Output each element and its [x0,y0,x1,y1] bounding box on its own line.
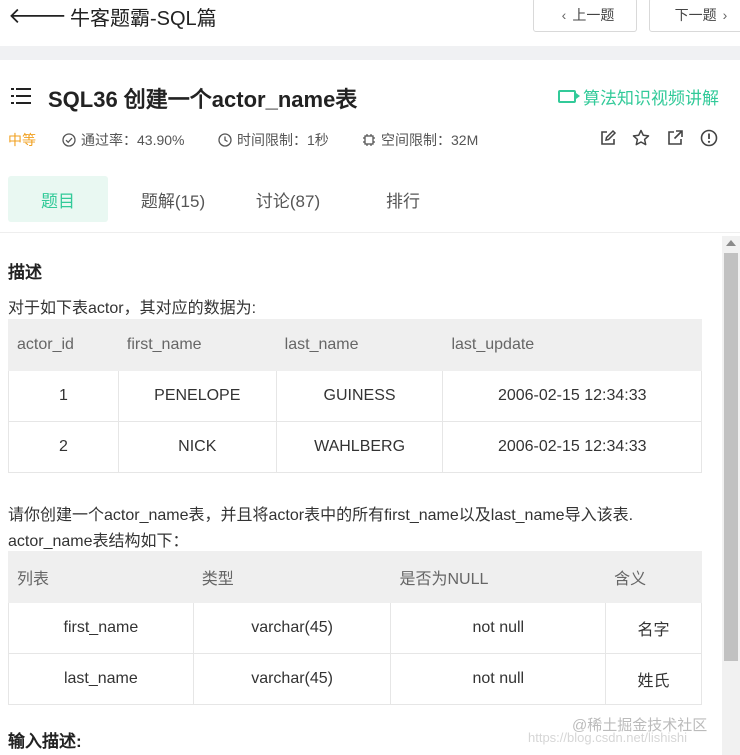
prev-question-button[interactable]: ‹ 上一题 [533,0,637,32]
space-limit-text: 空间限制：32M [381,132,479,148]
table-header-row: 列表 类型 是否为NULL 含义 [8,551,702,603]
tab-ranking[interactable]: 排行 [353,176,453,222]
table-header-cell: 类型 [192,551,392,603]
star-icon[interactable] [631,128,651,148]
pass-rate: 通过率：43.90% [62,130,184,150]
table-cell: last_name [8,653,194,705]
table-header-row: actor_id first_name last_name last_updat… [8,319,702,371]
clock-icon [218,133,232,147]
table-cell: 姓氏 [605,653,702,705]
share-icon[interactable] [665,128,685,148]
table-cell: 名字 [605,602,702,654]
problem-description: 描述 对于如下表actor，其对应的数据为: actor_id first_na… [0,236,722,755]
description-heading: 描述 [8,263,42,282]
table-cell: NICK [117,421,277,473]
actor-table: actor_id first_name last_name last_updat… [8,319,702,473]
chevron-right-icon: › [722,7,728,23]
table-cell: varchar(45) [192,653,392,705]
table-cell: WAHLBERG [275,421,444,473]
table-header-cell: 列表 [8,551,194,603]
table-header-cell: 是否为NULL [390,551,607,603]
table-cell: PENELOPE [117,370,277,422]
check-circle-icon [62,133,76,147]
table-row: last_name varchar(45) not null 姓氏 [8,653,702,705]
problem-title: SQL36 创建一个actor_name表 [48,87,358,112]
table-cell: GUINESS [275,370,444,422]
table-header-cell: 含义 [605,551,702,603]
tab-discussion[interactable]: 讨论(87) [238,176,338,222]
chevron-left-icon: ‹ [561,7,567,23]
table-cell: varchar(45) [192,602,392,654]
back-button[interactable]: 🡐 牛客题霸-SQL篇 [8,2,217,30]
video-camera-icon [558,90,580,103]
list-menu-icon[interactable] [11,88,31,104]
table-row: 2 NICK WAHLBERG 2006-02-15 12:34:33 [8,421,702,473]
next-question-label: 下一题 [674,7,717,23]
header-divider-band [0,46,740,60]
back-arrow-icon: 🡐 [8,3,67,28]
table-cell: 2 [8,421,119,473]
schema-intro-text: actor_name表结构如下： [8,533,189,550]
tabs-divider [0,232,740,233]
report-icon[interactable] [699,128,719,148]
scroll-up-arrow-icon[interactable] [726,240,736,246]
table-header-cell: first_name [117,319,277,371]
table-cell: 2006-02-15 12:34:33 [442,370,702,422]
problem-meta-row: 中等 通过率：43.90% 时间限制：1秒 空间限制：32M [0,128,740,150]
tab-question[interactable]: 题目 [8,176,108,222]
space-limit: 空间限制：32M [362,130,478,150]
chip-icon [363,134,375,146]
time-limit: 时间限制：1秒 [218,130,329,150]
table-header-cell: actor_id [8,319,119,371]
input-description-heading: 输入描述: [8,732,82,751]
top-bar: 🡐 牛客题霸-SQL篇 ‹ 上一题 下一题 › [0,0,740,46]
table-cell: first_name [8,602,194,654]
table-row: 1 PENELOPE GUINESS 2006-02-15 12:34:33 [8,370,702,422]
difficulty-badge: 中等 [8,132,36,148]
instruction-text: 请你创建一个actor_name表，并且将actor表中的所有first_nam… [8,507,634,524]
problem-tabs: 题目 题解(15) 讨论(87) 排行 [0,176,740,222]
table-cell: 1 [8,370,119,422]
next-question-button[interactable]: 下一题 › [649,0,740,32]
table-row: first_name varchar(45) not null 名字 [8,602,702,654]
schema-table: 列表 类型 是否为NULL 含义 first_name varchar(45) … [8,551,702,705]
problem-title-row: SQL36 创建一个actor_name表 算法知识视频讲解 [0,78,740,114]
pass-rate-text: 通过率：43.90% [81,132,185,148]
prev-question-label: 上一题 [572,7,615,23]
intro-text: 对于如下表actor，其对应的数据为: [8,300,257,317]
video-explanation-label: 算法知识视频讲解 [583,89,719,108]
app-title: 牛客题霸-SQL篇 [70,7,217,30]
table-header-cell: last_update [442,319,702,371]
watermark: @稀土掘金技术社区 [572,717,708,734]
edit-icon[interactable] [598,128,618,148]
table-cell: not null [390,602,607,654]
scrollbar-thumb[interactable] [724,253,738,661]
time-limit-text: 时间限制：1秒 [237,132,329,148]
tab-solutions[interactable]: 题解(15) [123,176,223,222]
table-cell: 2006-02-15 12:34:33 [442,421,702,473]
table-header-cell: last_name [275,319,444,371]
video-explanation-link[interactable]: 算法知识视频讲解 [558,84,719,109]
table-cell: not null [390,653,607,705]
